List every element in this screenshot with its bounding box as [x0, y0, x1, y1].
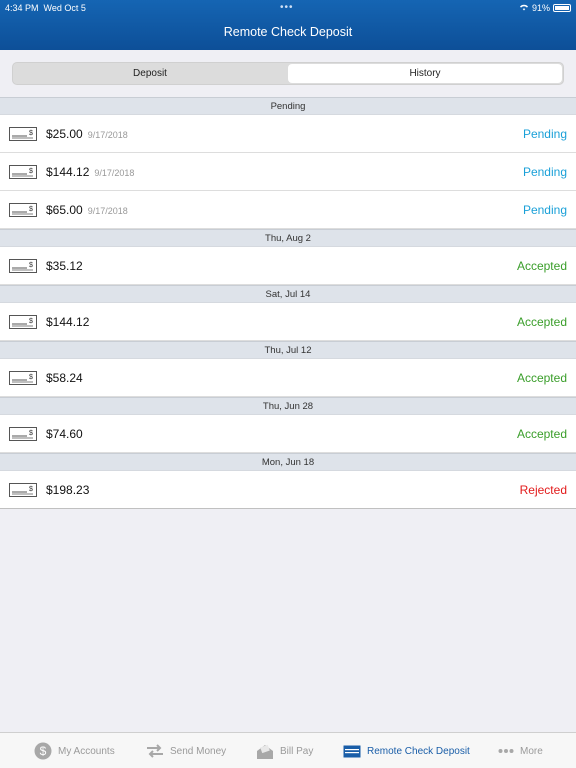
- section-header: Thu, Aug 2: [0, 229, 576, 247]
- tab-label-more: More: [520, 745, 543, 757]
- segmented-control: Deposit History: [12, 62, 564, 85]
- svg-text:$: $: [40, 744, 47, 758]
- segment-container: Deposit History: [0, 50, 576, 97]
- history-list: Pending $ $25.00 9/17/2018 Pending $ $144.12 9/…: [0, 97, 576, 509]
- deposit-row[interactable]: $ $65.00 9/17/2018 Pending: [0, 191, 576, 229]
- tab-label-bill-pay: Bill Pay: [280, 745, 314, 757]
- deposit-status: Accepted: [516, 258, 567, 273]
- battery-percent: 91%: [531, 3, 550, 13]
- section-header: Thu, Jun 28: [0, 397, 576, 415]
- amount-text: $144.12: [46, 164, 90, 179]
- deposit-row[interactable]: $ $144.12 9/17/2018 Pending: [0, 153, 576, 191]
- deposit-status: Rejected: [519, 482, 567, 497]
- deposit-date: 9/17/2018: [87, 205, 128, 216]
- deposit-amount: $144.12 9/17/2018: [46, 165, 134, 179]
- svg-text:$: $: [29, 430, 33, 437]
- amount-text: $25.00: [46, 126, 83, 141]
- svg-text:$: $: [29, 374, 33, 381]
- deposit-row[interactable]: $ $35.12 Accepted: [0, 247, 576, 285]
- check-deposit-icon: [343, 745, 361, 758]
- amount-text: $35.12: [46, 258, 83, 273]
- check-icon: $: [9, 483, 37, 497]
- check-icon: $: [9, 315, 37, 329]
- deposit-amount: $35.12: [46, 259, 83, 273]
- deposit-amount: $74.60: [46, 427, 83, 441]
- dollar-icon: $: [34, 742, 52, 760]
- section-header: Mon, Jun 18: [0, 453, 576, 471]
- deposit-amount: $65.00 9/17/2018: [46, 203, 128, 217]
- deposit-status: Pending: [522, 126, 567, 141]
- section-header: Sat, Jul 14: [0, 285, 576, 303]
- section-header: Pending: [0, 97, 576, 115]
- svg-text:$: $: [29, 486, 33, 493]
- tab-label-send-money: Send Money: [170, 745, 227, 757]
- tab-label-remote-check-deposit: Remote Check Deposit: [367, 745, 470, 757]
- status-indicators: 91%: [519, 3, 571, 13]
- tab-history[interactable]: History: [288, 64, 562, 83]
- app-header: 4:34 PM Wed Oct 5 ••• 91% Remote Check D…: [0, 0, 576, 50]
- deposit-row[interactable]: $ $144.12 Accepted: [0, 303, 576, 341]
- tab-deposit[interactable]: Deposit: [13, 63, 287, 84]
- check-icon: $: [9, 165, 37, 179]
- bill-envelope-icon: [256, 742, 274, 760]
- svg-text:$: $: [29, 318, 33, 325]
- tab-remote-check-deposit[interactable]: Remote Check Deposit: [343, 733, 470, 768]
- deposit-row[interactable]: $ $25.00 9/17/2018 Pending: [0, 115, 576, 153]
- section-header: Thu, Jul 12: [0, 341, 576, 359]
- svg-text:$: $: [29, 168, 33, 175]
- svg-text:$: $: [29, 206, 33, 213]
- check-icon: $: [9, 259, 37, 273]
- tab-bill-pay[interactable]: Bill Pay: [256, 733, 313, 768]
- date-text: Wed Oct 5: [43, 3, 86, 13]
- tab-more[interactable]: More: [498, 733, 543, 768]
- multitask-dots-icon[interactable]: •••: [280, 2, 294, 13]
- deposit-status: Accepted: [516, 370, 567, 385]
- check-icon: $: [9, 427, 37, 441]
- deposit-date: 9/17/2018: [94, 167, 135, 178]
- battery-icon: [553, 4, 571, 12]
- more-dots-icon: [498, 748, 514, 754]
- amount-text: $198.23: [46, 482, 90, 497]
- deposit-amount: $25.00 9/17/2018: [46, 127, 128, 141]
- status-time: 4:34 PM Wed Oct 5: [5, 3, 86, 13]
- time-text: 4:34 PM: [5, 3, 39, 13]
- tab-send-money[interactable]: Send Money: [146, 733, 226, 768]
- deposit-status: Pending: [522, 202, 567, 217]
- svg-text:$: $: [29, 130, 33, 137]
- check-icon: $: [9, 203, 37, 217]
- deposit-amount: $58.24: [46, 371, 83, 385]
- deposit-amount: $144.12: [46, 315, 89, 329]
- deposit-status: Accepted: [516, 426, 567, 441]
- deposit-status: Accepted: [516, 314, 567, 329]
- svg-text:$: $: [29, 262, 33, 269]
- deposit-date: 9/17/2018: [87, 129, 128, 140]
- tab-my-accounts[interactable]: $ My Accounts: [34, 733, 115, 768]
- deposit-row[interactable]: $ $198.23 Rejected: [0, 471, 576, 509]
- check-icon: $: [9, 127, 37, 141]
- deposit-status: Pending: [522, 164, 567, 179]
- deposit-row[interactable]: $ $74.60 Accepted: [0, 415, 576, 453]
- deposit-row[interactable]: $ $58.24 Accepted: [0, 359, 576, 397]
- amount-text: $74.60: [46, 426, 83, 441]
- page-title: Remote Check Deposit: [223, 25, 353, 39]
- amount-text: $58.24: [46, 370, 83, 385]
- deposit-amount: $198.23: [46, 483, 89, 497]
- amount-text: $65.00: [46, 202, 83, 217]
- tab-label-my-accounts: My Accounts: [58, 745, 115, 757]
- amount-text: $144.12: [46, 314, 90, 329]
- bottom-tab-bar: $ My Accounts Send Money Bill Pay Remote…: [0, 732, 576, 768]
- wifi-icon: [519, 3, 529, 13]
- check-icon: $: [9, 371, 37, 385]
- transfer-arrows-icon: [146, 743, 164, 759]
